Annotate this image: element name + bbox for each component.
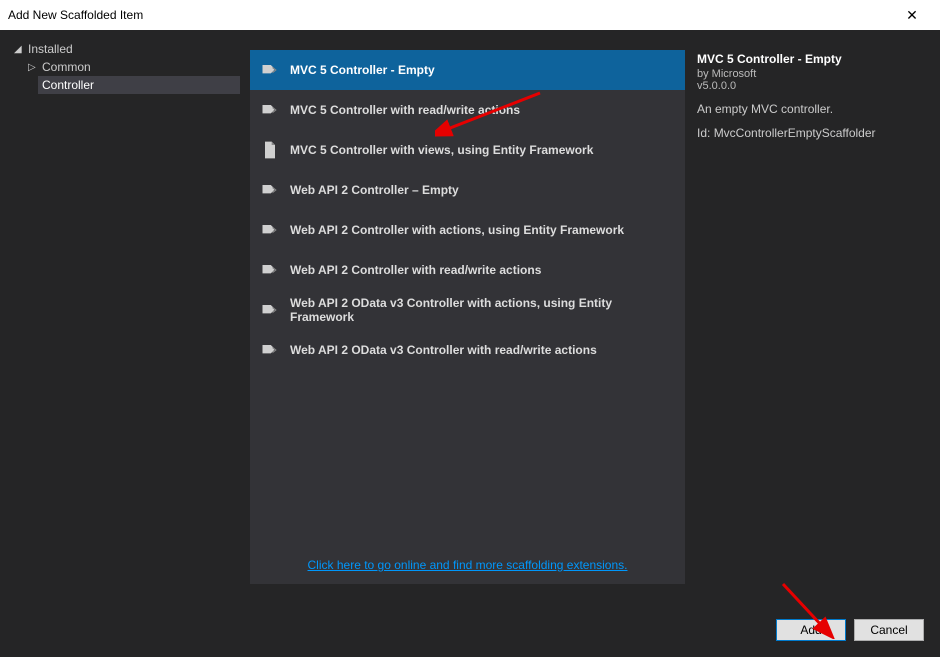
template-item[interactable]: Web API 2 OData v3 Controller with actio… <box>250 290 685 330</box>
file-icon-wrap <box>260 140 280 160</box>
controller-icon <box>260 59 280 81</box>
tree-item-controller[interactable]: Controller <box>38 76 240 94</box>
details-id-label: Id: <box>697 126 710 140</box>
details-title: MVC 5 Controller - Empty <box>697 52 928 66</box>
dialog-window: Add New Scaffolded Item ✕ ◢ Installed ▷ … <box>0 0 940 657</box>
tree-root-installed[interactable]: ◢ Installed <box>10 40 240 58</box>
tree-item-label: Controller <box>42 78 94 92</box>
template-item-label: Web API 2 Controller with actions, using… <box>290 223 624 237</box>
footer: Add Cancel <box>0 602 940 657</box>
chevron-down-icon: ◢ <box>14 44 24 55</box>
online-extensions-row: Click here to go online and find more sc… <box>250 546 685 584</box>
controller-icon-wrap <box>260 300 280 320</box>
template-item[interactable]: Web API 2 Controller – Empty <box>250 170 685 210</box>
details-panel: MVC 5 Controller - Empty by Microsoft v5… <box>685 30 940 602</box>
window-title: Add New Scaffolded Item <box>8 8 892 22</box>
controller-icon <box>260 179 280 201</box>
template-item-label: MVC 5 Controller with views, using Entit… <box>290 143 593 157</box>
template-item[interactable]: Web API 2 Controller with actions, using… <box>250 210 685 250</box>
main-row: ◢ Installed ▷ Common Controller MVC 5 Co… <box>0 30 940 602</box>
add-button[interactable]: Add <box>776 619 846 641</box>
template-item[interactable]: MVC 5 Controller with read/write actions <box>250 90 685 130</box>
template-item-label: Web API 2 OData v3 Controller with actio… <box>290 296 675 324</box>
controller-icon <box>260 259 280 281</box>
template-item-label: MVC 5 Controller - Empty <box>290 63 435 77</box>
controller-icon <box>260 219 280 241</box>
template-item[interactable]: Web API 2 OData v3 Controller with read/… <box>250 330 685 370</box>
template-item-label: Web API 2 Controller – Empty <box>290 183 459 197</box>
template-list-panel: MVC 5 Controller - Empty MVC 5 Controller… <box>250 50 685 584</box>
template-list: MVC 5 Controller - Empty MVC 5 Controller… <box>250 50 685 546</box>
details-description: An empty MVC controller. <box>697 102 928 116</box>
online-extensions-link[interactable]: Click here to go online and find more sc… <box>308 558 628 572</box>
controller-icon-wrap <box>260 100 280 120</box>
details-version: v5.0.0.0 <box>697 80 928 92</box>
controller-icon-wrap <box>260 260 280 280</box>
controller-icon <box>260 299 280 321</box>
dialog-body: ◢ Installed ▷ Common Controller MVC 5 Co… <box>0 30 940 657</box>
controller-icon-wrap <box>260 220 280 240</box>
controller-icon-wrap <box>260 60 280 80</box>
template-item[interactable]: MVC 5 Controller with views, using Entit… <box>250 130 685 170</box>
titlebar: Add New Scaffolded Item ✕ <box>0 0 940 30</box>
controller-icon <box>260 99 280 121</box>
template-item-label: Web API 2 OData v3 Controller with read/… <box>290 343 597 357</box>
tree-item-label: Common <box>42 60 91 74</box>
template-item-label: MVC 5 Controller with read/write actions <box>290 103 520 117</box>
controller-icon-wrap <box>260 180 280 200</box>
tree-item-common[interactable]: ▷ Common <box>24 58 240 76</box>
close-icon[interactable]: ✕ <box>892 7 932 24</box>
template-item[interactable]: Web API 2 Controller with read/write act… <box>250 250 685 290</box>
file-icon <box>260 139 280 161</box>
chevron-right-icon: ▷ <box>28 62 38 73</box>
cancel-button[interactable]: Cancel <box>854 619 924 641</box>
controller-icon <box>260 339 280 361</box>
details-id-value: MvcControllerEmptyScaffolder <box>714 126 876 140</box>
details-id: Id: MvcControllerEmptyScaffolder <box>697 126 928 140</box>
controller-icon-wrap <box>260 340 280 360</box>
template-item[interactable]: MVC 5 Controller - Empty <box>250 50 685 90</box>
sidebar: ◢ Installed ▷ Common Controller <box>0 30 250 602</box>
details-author: by Microsoft <box>697 68 928 80</box>
tree-root-label: Installed <box>28 42 73 56</box>
template-item-label: Web API 2 Controller with read/write act… <box>290 263 541 277</box>
